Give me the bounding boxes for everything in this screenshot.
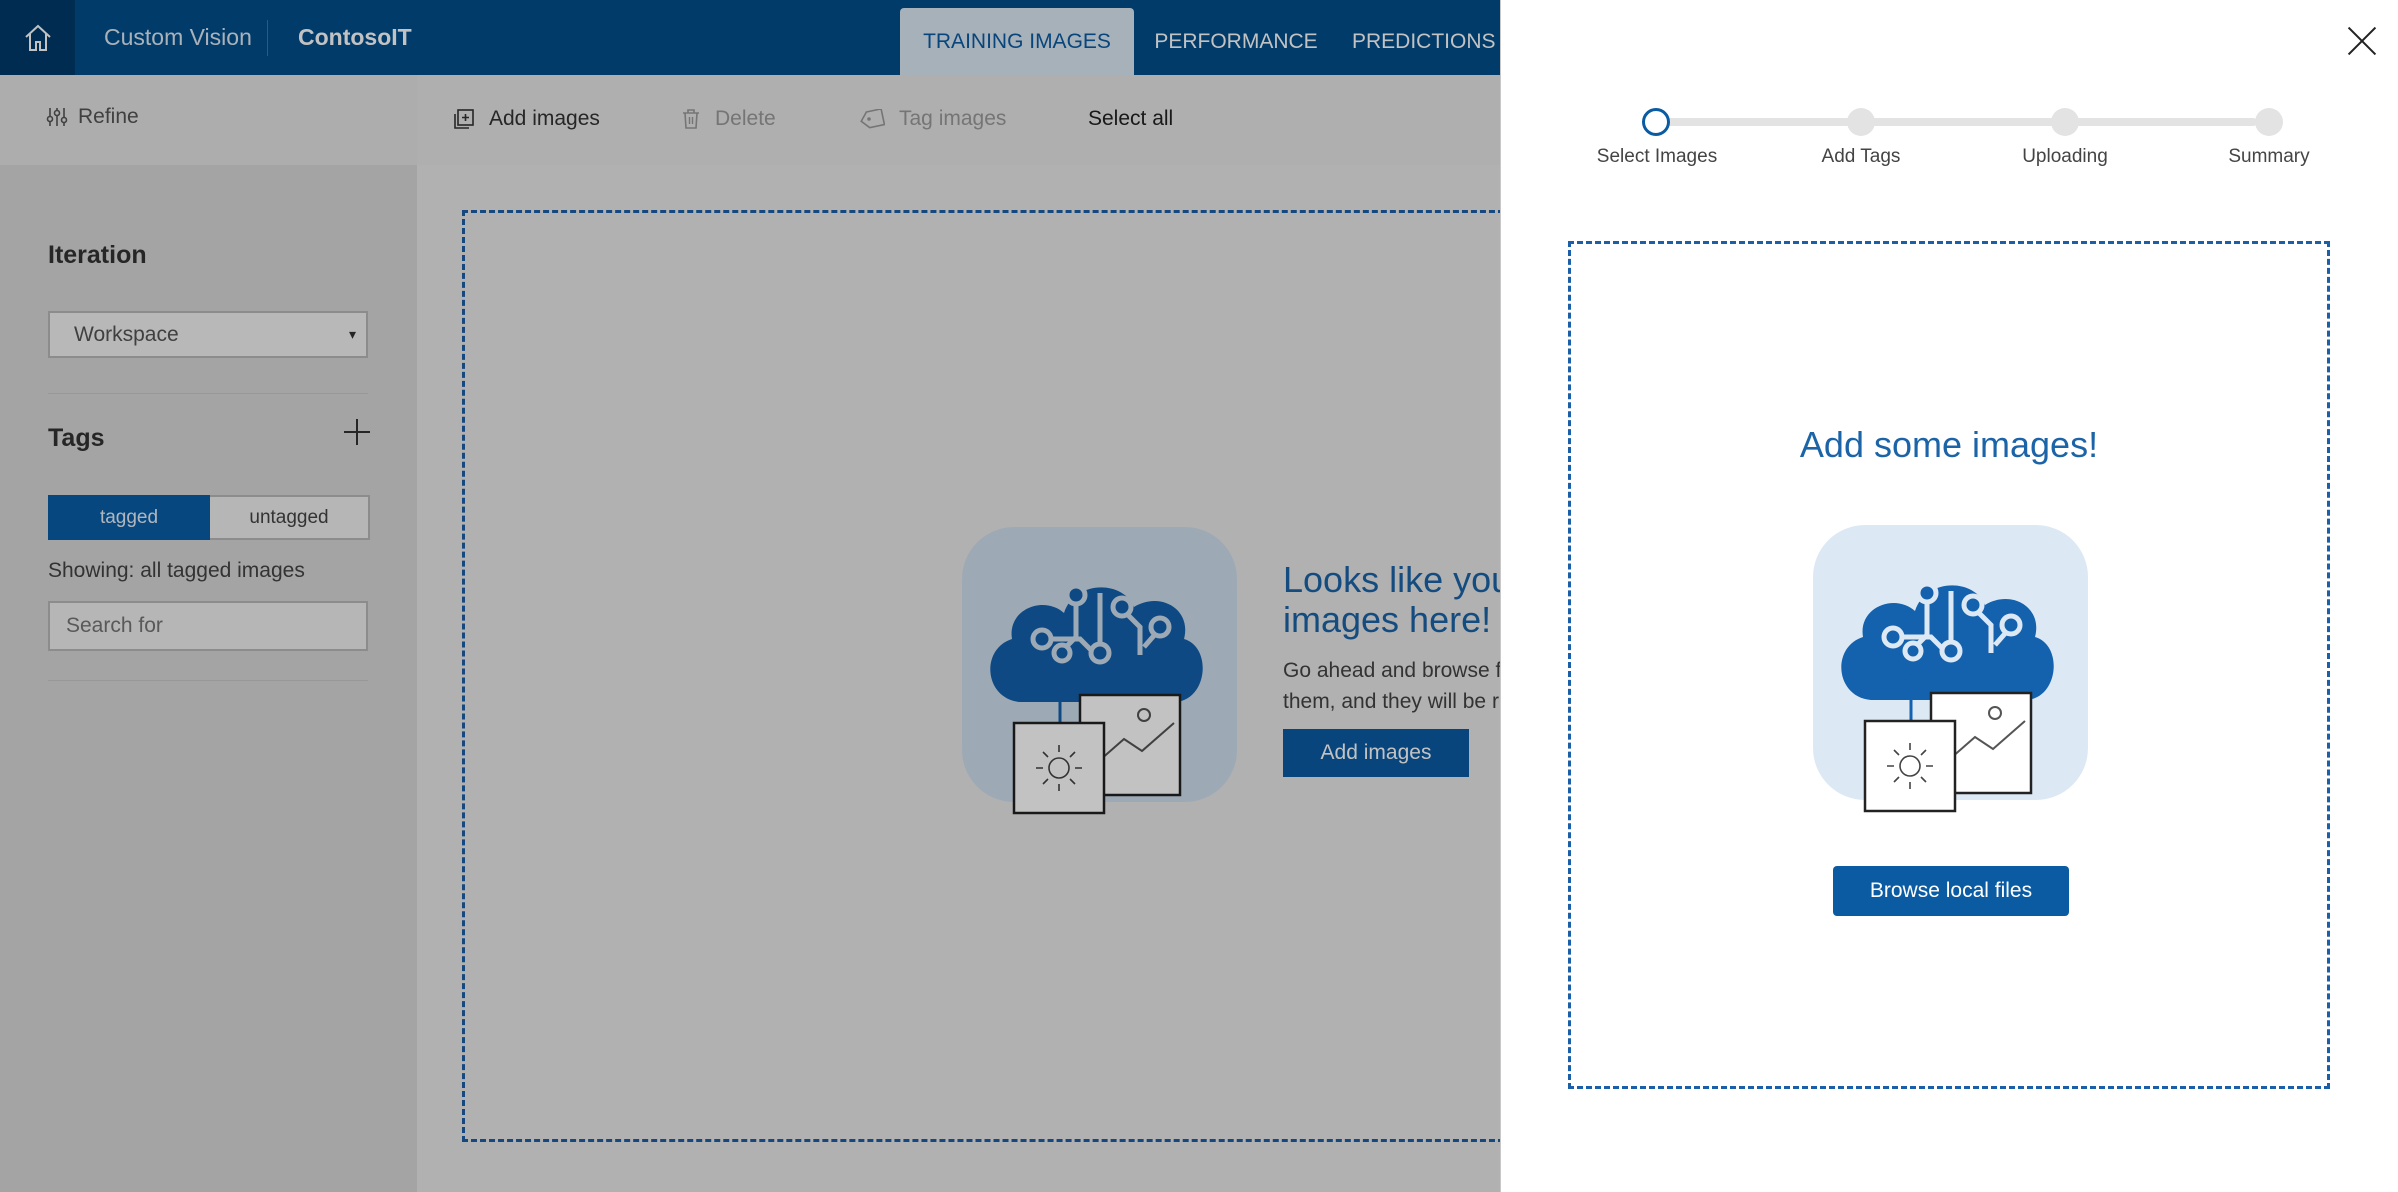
stepper-track: [1642, 118, 2257, 126]
step-label: Select Images: [1596, 146, 1718, 167]
add-images-panel: Select Images Add Tags Uploading Summary…: [1500, 0, 2398, 1192]
step-dot-summary: [2255, 108, 2283, 136]
close-icon[interactable]: [2347, 26, 2377, 56]
step-dot-uploading: [2051, 108, 2079, 136]
step-label: Add Tags: [1821, 146, 1901, 167]
add-images-title: Add some images!: [1799, 424, 2099, 465]
step-label: Uploading: [2022, 146, 2108, 167]
step-dot-add-tags: [1847, 108, 1875, 136]
browse-local-files-button[interactable]: Browse local files: [1833, 866, 2069, 916]
step-dot-select-images: [1642, 108, 1670, 136]
upload-illustration-icon: [1813, 525, 2088, 813]
modal-backdrop[interactable]: [0, 0, 1500, 1192]
step-label: Summary: [2228, 146, 2310, 167]
image-dropzone[interactable]: Add some images! Browse local files: [1568, 241, 2330, 1089]
